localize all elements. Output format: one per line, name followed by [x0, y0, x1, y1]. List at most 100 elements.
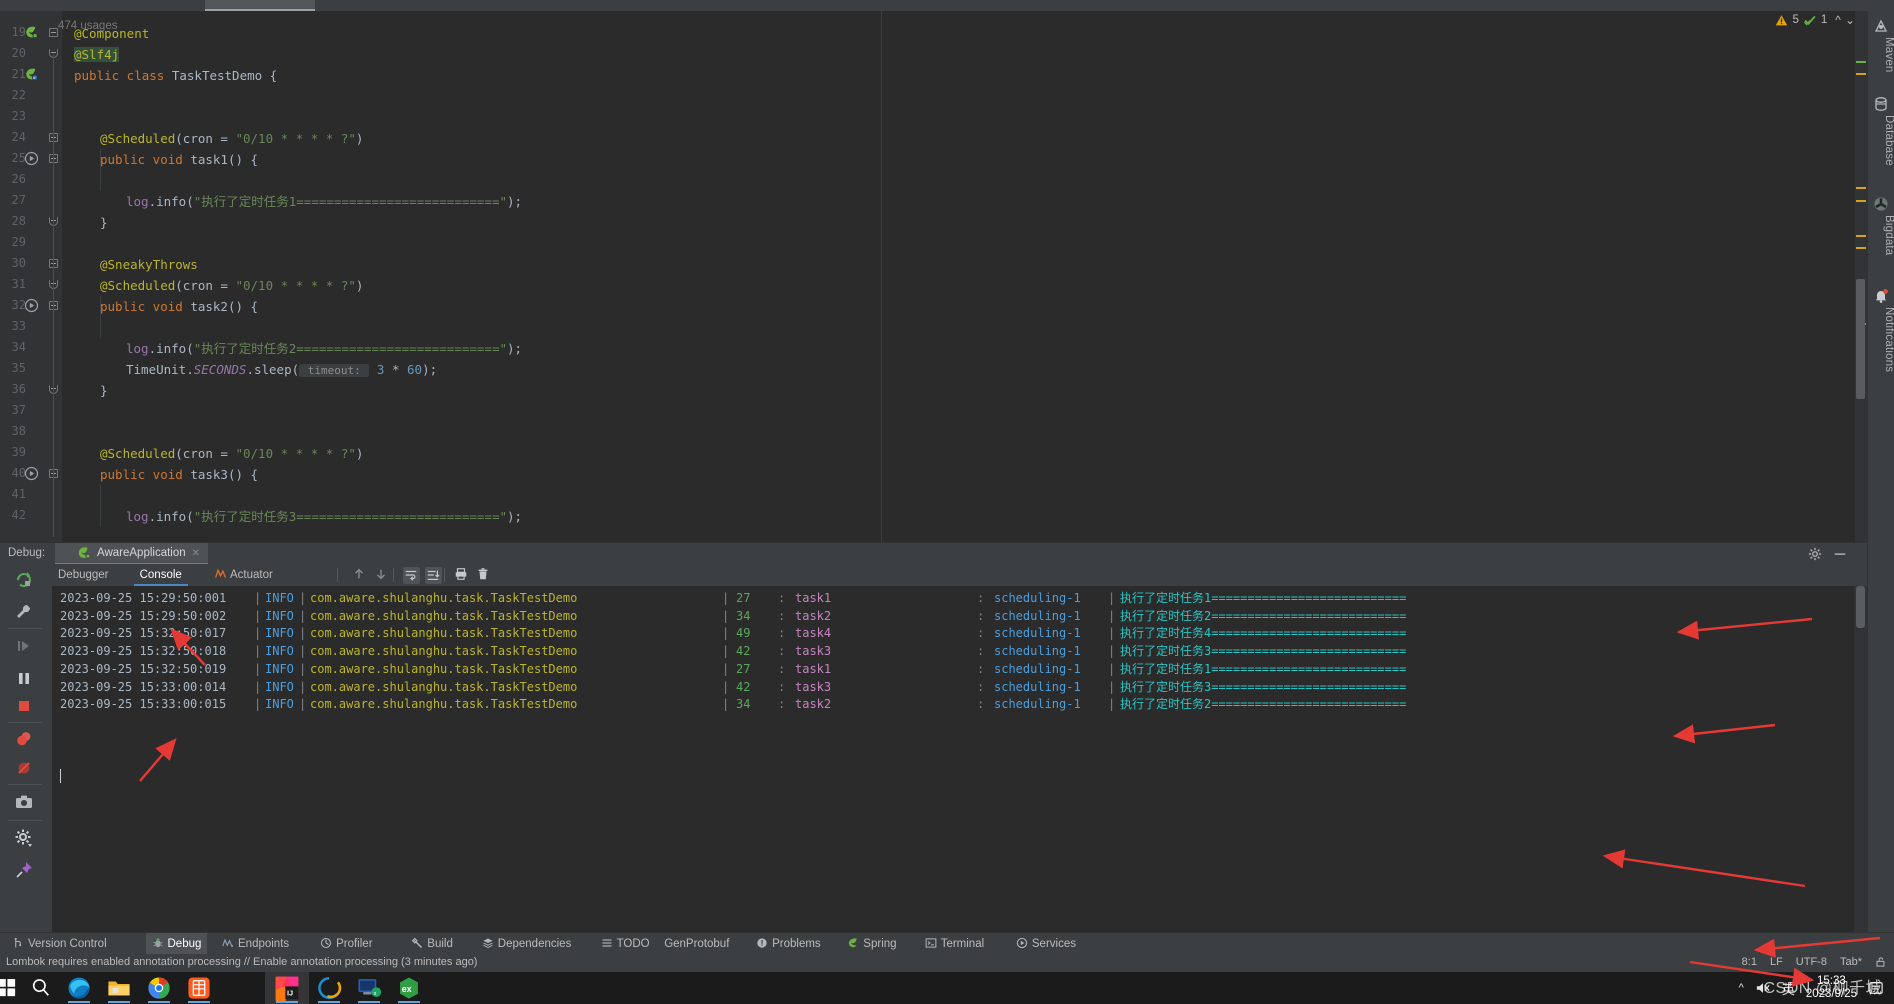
bottom-tool-todo[interactable]: TODO [595, 933, 656, 955]
bottom-tool-dependencies[interactable]: Dependencies [476, 933, 578, 955]
bottom-tool-version-control[interactable]: Version Control [6, 933, 113, 955]
right-tool-bigdata[interactable]: Bigdata [1868, 193, 1894, 255]
marker-warning[interactable] [1856, 187, 1866, 189]
code-line[interactable]: @Scheduled(cron = "0/10 * * * * ?") [100, 443, 363, 464]
debug-tab-actuator[interactable]: Actuator [208, 564, 279, 586]
editor-tab-1[interactable] [0, 0, 200, 11]
unlocked-icon[interactable] [1875, 956, 1886, 968]
next-problem-icon[interactable]: ⌄ [1845, 13, 1855, 27]
run-icon[interactable] [24, 466, 39, 481]
marker-warning[interactable] [1856, 235, 1866, 237]
ime-indicator[interactable]: 英 [1782, 979, 1795, 998]
bottom-tool-build[interactable]: Build [405, 933, 459, 955]
bottom-tool-services[interactable]: Services [1010, 933, 1082, 955]
marker-warning[interactable] [1856, 247, 1866, 249]
bean-icon[interactable] [24, 25, 39, 40]
editor-gutter[interactable]: 19 20 21 c 22 23 24 25 26 27 28 29 30 31 32 33 34 35 36 37 3… [0, 11, 62, 542]
console-scrollbar-thumb[interactable] [1856, 586, 1865, 628]
windows-icon[interactable] [0, 975, 20, 1001]
class-icon[interactable]: c [24, 67, 39, 82]
code-line[interactable]: } [100, 380, 108, 401]
marker-warning[interactable] [1856, 73, 1866, 75]
mute-breakpoints-icon[interactable] [14, 758, 36, 780]
debug-tab-debugger[interactable]: Debugger [52, 564, 115, 586]
windows-taskbar[interactable]: IJ x ex ^ 英 15:33 2023/9/25 [0, 972, 1894, 1004]
bottom-tool-profiler[interactable]: Profiler [314, 933, 378, 955]
down-arrow-icon[interactable] [374, 567, 391, 584]
debug-tool-window[interactable]: Debug: AwareApplication ✕ Debugger Conso… [0, 542, 1867, 932]
editor-marker-scrollbar[interactable] [1855, 11, 1867, 542]
gutter-line[interactable]: 19 [0, 23, 62, 44]
run-icon[interactable] [24, 151, 39, 166]
code-line[interactable]: public void task2() { [100, 296, 258, 317]
fold-handle[interactable] [49, 28, 58, 37]
bottom-tool-problems[interactable]: Problems [750, 933, 827, 955]
trash-icon[interactable] [476, 567, 493, 584]
bottom-tool-spring[interactable]: Spring [841, 933, 902, 955]
run-gutter-icon[interactable] [24, 466, 39, 481]
code-line[interactable]: } [100, 212, 108, 233]
inspection-widget[interactable]: 5 1 ^ ⌄ [1775, 10, 1855, 30]
rerun-icon[interactable] [14, 570, 36, 592]
code-line[interactable]: log.info("执行了定时任务2======================… [126, 338, 522, 359]
debug-session-toolbar[interactable] [0, 564, 52, 932]
console-scrollbar[interactable] [1854, 586, 1867, 932]
editor-tab-3[interactable] [1380, 0, 1500, 11]
scroll-to-end-icon[interactable] [425, 567, 442, 584]
bottom-tool-terminal[interactable]: Terminal [919, 933, 990, 955]
right-tool-maven[interactable]: Maven [1868, 15, 1894, 73]
show-hidden-icons-icon[interactable]: ^ [1739, 982, 1744, 994]
right-tool-stripe[interactable]: Maven Database Bigdata Notifications [1867, 11, 1894, 932]
resume-icon[interactable] [14, 636, 36, 658]
code-line[interactable]: @Component [74, 23, 149, 44]
settings-gear-icon[interactable] [14, 828, 36, 850]
line-separator[interactable]: LF [1770, 956, 1783, 968]
code-editor[interactable]: 19 20 21 c 22 23 24 25 26 27 28 29 30 31 32 33 34 35 36 37 3… [0, 11, 1855, 542]
print-icon[interactable] [454, 567, 471, 584]
settings-wrench-icon[interactable] [14, 602, 36, 624]
pin-icon[interactable] [14, 860, 36, 882]
code-line[interactable]: log.info("执行了定时任务3======================… [126, 506, 522, 527]
up-arrow-icon[interactable] [352, 567, 369, 584]
code-line[interactable]: public void task3() { [100, 464, 258, 485]
debug-session-tab[interactable]: AwareApplication ✕ [55, 543, 208, 565]
xshell-icon[interactable]: x [356, 975, 382, 1001]
editor-tab-2[interactable] [660, 0, 780, 11]
bottom-tool-bar[interactable]: Version Control Debug Endpoints Profiler Bui… [0, 932, 1894, 955]
editor-tab-active[interactable] [205, 0, 315, 11]
right-tool-database[interactable]: Database [1868, 93, 1894, 166]
file-encoding[interactable]: UTF-8 [1796, 956, 1827, 968]
search-icon[interactable] [28, 975, 54, 1001]
code-line[interactable]: @Slf4j [74, 44, 120, 65]
navicat-icon[interactable] [316, 975, 342, 1001]
chrome-icon[interactable] [146, 975, 172, 1001]
notification-center-icon[interactable] [1868, 981, 1884, 995]
close-icon[interactable]: ✕ [192, 549, 201, 559]
debug-content-tabs[interactable]: Debugger Console Actuator [52, 564, 1867, 586]
stop-icon[interactable] [14, 696, 36, 718]
marker-warning[interactable] [1856, 200, 1866, 202]
run-icon[interactable] [24, 298, 39, 313]
volume-muted-icon[interactable] [1755, 981, 1771, 995]
marker-ok[interactable] [1856, 61, 1866, 63]
dingtalk-icon[interactable] [186, 975, 212, 1001]
debug-tab-console[interactable]: Console [133, 564, 188, 586]
status-message[interactable]: Lombok requires enabled annotation proce… [6, 956, 477, 968]
run-gutter-icon[interactable] [24, 151, 39, 166]
view-breakpoints-icon[interactable] [14, 729, 36, 751]
code-line[interactable]: @Scheduled(cron = "0/10 * * * * ?") [100, 275, 363, 296]
everything-icon[interactable]: ex [396, 975, 422, 1001]
bottom-tool-genprotobuf[interactable]: GenProtobuf [658, 933, 735, 955]
code-line[interactable]: @SneakyThrows [100, 254, 198, 275]
screenshot-icon[interactable] [14, 792, 36, 814]
code-line[interactable]: @Scheduled(cron = "0/10 * * * * ?") [100, 128, 363, 149]
code-line[interactable]: log.info("执行了定时任务1======================… [126, 191, 522, 212]
code-line[interactable]: public void task1() { [100, 149, 258, 170]
code-line[interactable]: TimeUnit.SECONDS.sleep( timeout: 3 * 60)… [126, 359, 437, 380]
idea-icon[interactable]: IJ [274, 975, 300, 1001]
folder-icon[interactable] [106, 975, 132, 1001]
editor-code-area[interactable]: 474 usages @Component @Slf4j public class … [58, 11, 1855, 542]
minimize-icon[interactable] [1833, 547, 1847, 561]
bottom-tool-debug[interactable]: Debug [145, 933, 208, 955]
gear-icon[interactable] [1808, 547, 1822, 561]
